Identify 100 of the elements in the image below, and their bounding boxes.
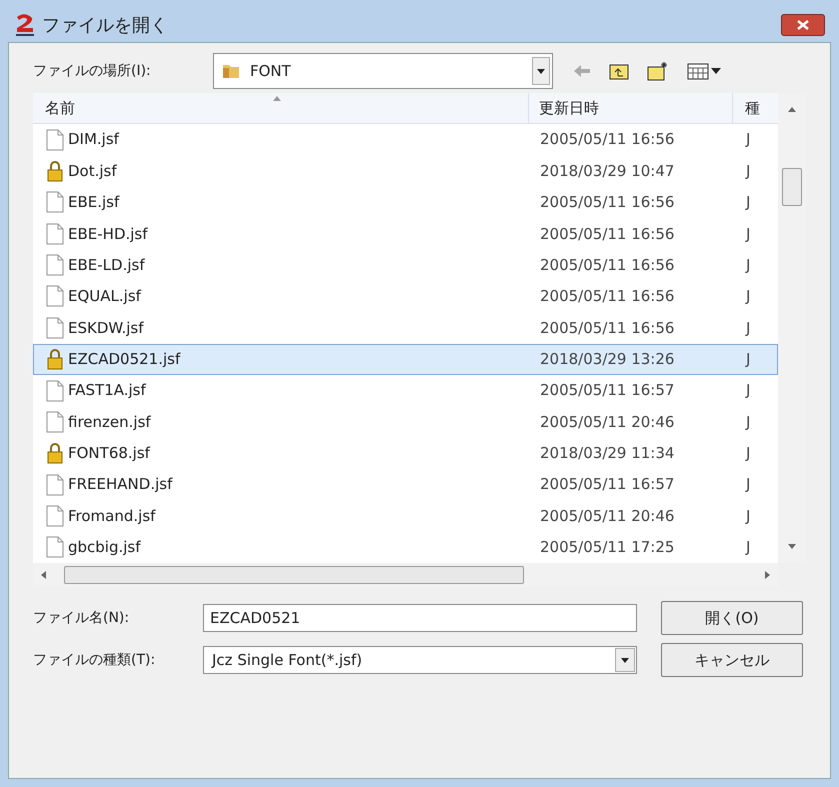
file-type: J — [744, 129, 750, 150]
file-type: J — [744, 474, 750, 496]
file-date: 2005/05/11 16:56 — [539, 192, 676, 214]
open-button[interactable]: 開く(O) — [661, 601, 803, 635]
file-name: EQUAL.jsf — [68, 286, 141, 308]
file-row[interactable]: gbcbig.jsf 2005/05/11 17:25 J — [33, 532, 778, 563]
file-name: Dot.jsf — [68, 160, 117, 182]
file-row[interactable]: FONT68.jsf 2018/03/29 11:34 J — [33, 438, 778, 469]
file-date: 2018/03/29 10:47 — [539, 160, 676, 182]
filetype-dropdown[interactable]: Jcz Single Font(*.jsf) — [203, 646, 637, 674]
file-row[interactable]: firenzen.jsf 2005/05/11 20:46 J — [33, 406, 778, 438]
file-icon — [46, 254, 64, 276]
file-date: 2005/05/11 16:56 — [539, 286, 676, 308]
file-date: 2005/05/11 16:56 — [539, 129, 676, 150]
scroll-up-icon[interactable] — [788, 107, 796, 112]
file-row[interactable]: EBE-LD.jsf 2005/05/11 16:56 J — [33, 249, 778, 281]
sort-arrow-icon — [273, 96, 281, 101]
caret-icon — [621, 658, 629, 662]
file-row[interactable]: FAST1A.jsf 2005/05/11 16:57 J — [33, 374, 778, 406]
file-row[interactable]: Dot.jsf 2018/03/29 10:47 J — [33, 155, 778, 187]
file-row[interactable]: ESKDW.jsf 2005/05/11 16:56 J — [33, 312, 778, 344]
file-row[interactable]: DIM.jsf 2005/05/11 16:56 J — [33, 124, 778, 156]
file-type: J — [744, 348, 750, 370]
file-date: 2005/05/11 16:57 — [539, 380, 676, 402]
file-name: EZCAD0521.jsf — [68, 348, 180, 370]
file-date: 2018/03/29 11:34 — [539, 443, 676, 464]
file-type: J — [744, 192, 750, 214]
scroll-down-icon[interactable] — [788, 544, 796, 549]
close-button[interactable] — [781, 14, 825, 36]
lock-icon — [46, 160, 64, 182]
file-name: EBE-HD.jsf — [68, 224, 148, 244]
file-date: 2005/05/11 16:56 — [539, 254, 676, 276]
file-icon — [46, 474, 64, 496]
file-name: gbcbig.jsf — [68, 537, 141, 558]
file-date: 2005/05/11 20:46 — [539, 506, 676, 527]
cancel-button[interactable]: キャンセル — [661, 643, 803, 677]
file-type: J — [744, 443, 750, 464]
close-icon — [797, 20, 809, 30]
file-name: Fromand.jsf — [68, 506, 156, 527]
window-title: ファイルを開く — [42, 14, 169, 38]
new-folder-icon[interactable] — [647, 61, 669, 81]
file-name: firenzen.jsf — [68, 412, 151, 433]
file-date: 2005/05/11 16:56 — [539, 224, 676, 244]
file-date: 2005/05/11 16:57 — [539, 474, 676, 496]
filetype-label: ファイルの種類(T): — [33, 650, 156, 670]
file-type: J — [744, 286, 750, 308]
file-row[interactable]: EQUAL.jsf 2005/05/11 16:56 J — [33, 280, 778, 312]
file-name: DIM.jsf — [68, 129, 119, 150]
file-name: FAST1A.jsf — [68, 380, 146, 402]
file-name: FREEHAND.jsf — [68, 474, 172, 496]
file-icon — [46, 191, 64, 214]
file-name: EBE-LD.jsf — [68, 254, 145, 276]
file-type: J — [744, 318, 750, 339]
scroll-right-icon[interactable] — [765, 571, 770, 579]
folder-icon — [222, 62, 240, 80]
scrollbar-thumb[interactable] — [782, 168, 802, 206]
location-value: FONT — [250, 60, 292, 82]
filename-label: ファイル名(N): — [33, 608, 130, 628]
filename-field[interactable]: EZCAD0521 — [203, 604, 637, 632]
file-name: ESKDW.jsf — [68, 318, 144, 339]
file-date: 2005/05/11 17:25 — [539, 537, 676, 558]
file-icon — [46, 316, 64, 339]
lock-icon — [46, 442, 64, 464]
file-type: J — [744, 380, 750, 402]
file-icon — [46, 380, 64, 402]
file-row[interactable]: EBE-HD.jsf 2005/05/11 16:56 J — [33, 218, 778, 250]
file-type: J — [744, 506, 750, 527]
file-row[interactable]: EZCAD0521.jsf 2018/03/29 13:26 J — [33, 344, 778, 375]
file-date: 2005/05/11 20:46 — [539, 412, 676, 433]
file-row[interactable]: FREEHAND.jsf 2005/05/11 16:57 J — [33, 468, 778, 500]
file-type: J — [744, 537, 750, 558]
view-menu-icon[interactable] — [687, 62, 723, 80]
app-logo-icon — [14, 13, 36, 37]
column-header[interactable]: 種 — [733, 93, 778, 123]
column-header[interactable]: 名前 — [33, 93, 529, 123]
location-dropdown[interactable]: FONT — [213, 53, 553, 89]
file-type: J — [744, 254, 750, 276]
dropdown-button[interactable] — [615, 648, 635, 672]
file-name: FONT68.jsf — [68, 443, 150, 464]
file-type: J — [744, 160, 750, 182]
lock-icon — [46, 348, 64, 370]
file-icon — [46, 222, 64, 245]
file-row[interactable]: Fromand.jsf 2005/05/11 20:46 J — [33, 500, 778, 532]
file-icon — [46, 285, 64, 308]
column-header[interactable]: 更新日時 — [529, 93, 733, 123]
file-icon — [46, 504, 64, 527]
file-type: J — [744, 224, 750, 244]
scroll-left-icon[interactable] — [41, 571, 46, 579]
scrollbar-thumb[interactable] — [64, 566, 524, 584]
file-row[interactable]: EBE.jsf 2005/05/11 16:56 J — [33, 186, 778, 218]
file-name: EBE.jsf — [68, 192, 120, 214]
file-date: 2005/05/11 16:56 — [539, 318, 676, 339]
file-type: J — [744, 412, 750, 433]
folder-up-icon[interactable] — [609, 62, 629, 80]
dropdown-button[interactable] — [532, 57, 550, 85]
file-icon — [46, 410, 64, 433]
caret-icon — [537, 68, 545, 74]
location-label: ファイルの場所(I): — [33, 62, 152, 80]
file-icon — [46, 536, 64, 558]
file-icon — [46, 128, 64, 151]
